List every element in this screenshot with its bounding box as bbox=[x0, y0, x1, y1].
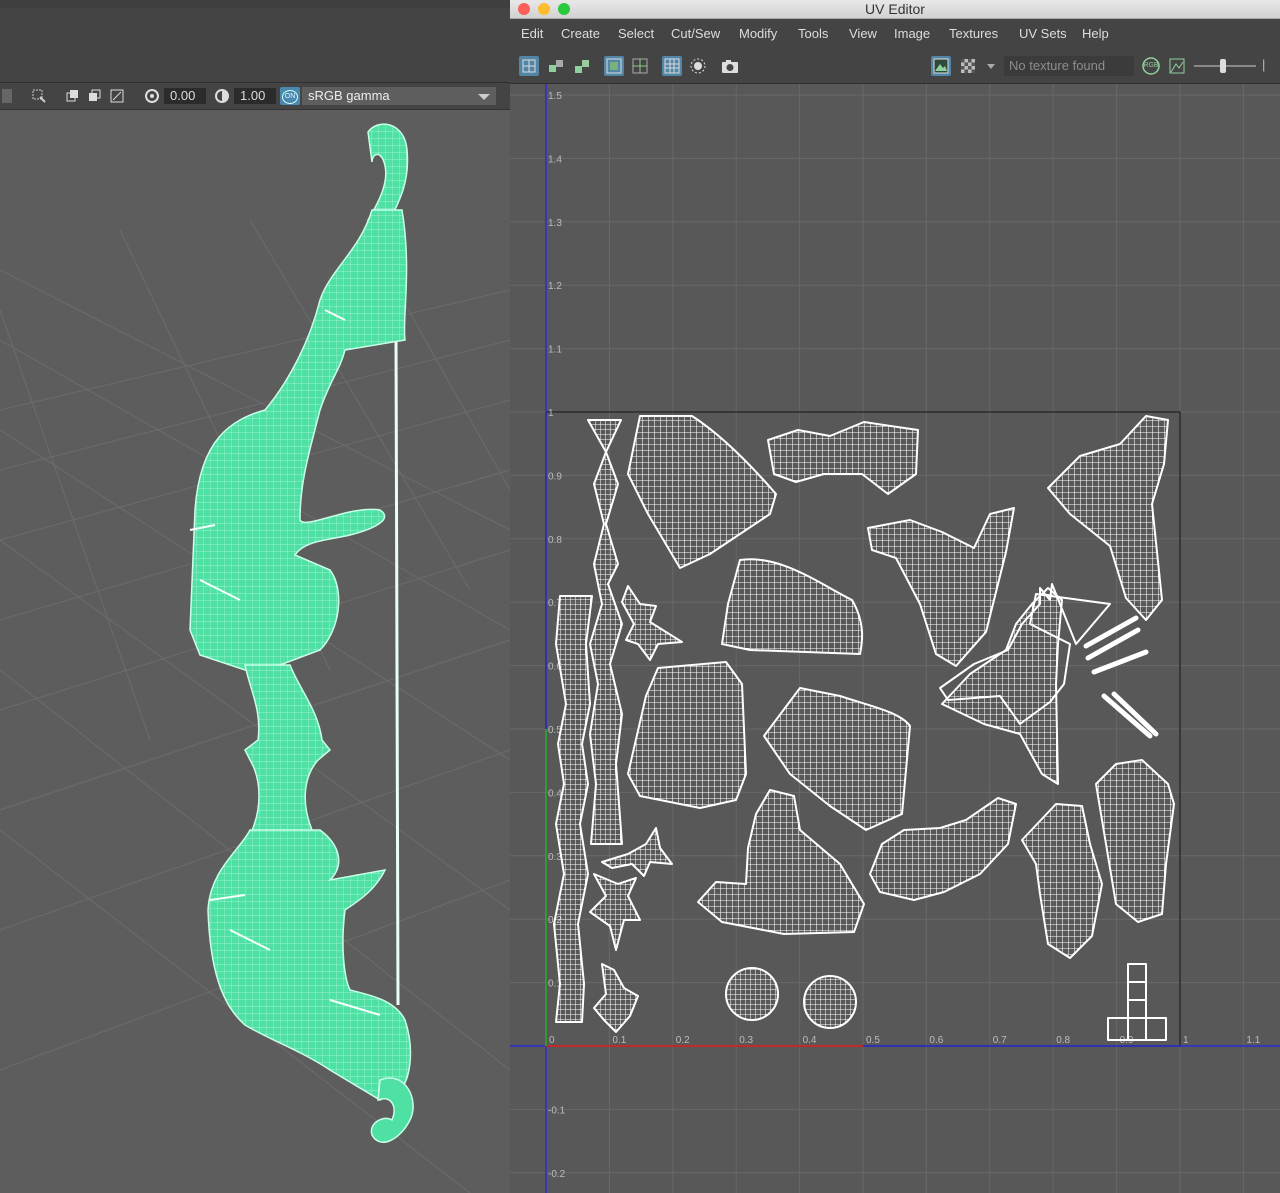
v-axis-label: -0.2 bbox=[548, 1169, 566, 1180]
uv-menubar: Edit Create Select Cut/Sew Modify Tools … bbox=[510, 19, 1280, 49]
menu-image[interactable]: Image bbox=[894, 26, 930, 42]
window-titlebar: UV Editor bbox=[510, 0, 1280, 19]
u-axis-label: 0.5 bbox=[866, 1035, 880, 1046]
menu-tools[interactable]: Tools bbox=[798, 26, 828, 42]
u-axis-label: 1 bbox=[1183, 1035, 1189, 1046]
menu-textures[interactable]: Textures bbox=[949, 26, 998, 42]
isolate-circle-icon bbox=[690, 58, 706, 74]
checkerboard-button[interactable] bbox=[958, 56, 978, 76]
toolbar-overflow-icon[interactable]: | bbox=[1262, 57, 1265, 72]
u-axis-label: 1.1 bbox=[1246, 1035, 1260, 1046]
checker-grid-icon bbox=[664, 58, 680, 74]
pixel-snap-icon bbox=[632, 58, 648, 74]
rgb-channels-button[interactable]: RGB bbox=[1141, 56, 1161, 76]
window-title: UV Editor bbox=[865, 1, 925, 17]
color-management-toggle[interactable]: ON bbox=[280, 87, 300, 105]
uv-distortion-icon bbox=[575, 60, 589, 73]
v-axis-label: 0.8 bbox=[548, 535, 562, 546]
u-axis-label: 0.1 bbox=[612, 1035, 626, 1046]
u-axis-label: 0.3 bbox=[739, 1035, 753, 1046]
image-icon bbox=[933, 58, 949, 74]
image-adjust-button[interactable] bbox=[1167, 56, 1187, 76]
ground-grid bbox=[0, 219, 510, 1193]
menu-view[interactable]: View bbox=[849, 26, 877, 42]
isolate-button[interactable] bbox=[688, 56, 708, 76]
color-management-badge: ON bbox=[282, 90, 298, 104]
v-axis-label: 1.1 bbox=[548, 345, 562, 356]
menu-help[interactable]: Help bbox=[1082, 26, 1109, 42]
u-axis-label: 0.8 bbox=[1056, 1035, 1070, 1046]
color-space-label: sRGB gamma bbox=[308, 88, 390, 103]
image-display-button[interactable] bbox=[931, 56, 951, 76]
menu-uv-sets[interactable]: UV Sets bbox=[1019, 26, 1067, 42]
checkerboard-icon bbox=[961, 59, 975, 73]
v-axis-label: 1.5 bbox=[548, 91, 562, 102]
v-axis-label: -0.1 bbox=[548, 1105, 566, 1116]
v-axis-label: 0.9 bbox=[548, 471, 562, 482]
exposure-field[interactable]: 0.00 bbox=[164, 88, 206, 104]
select-camera-icon[interactable] bbox=[32, 89, 46, 103]
exposure-slider[interactable] bbox=[1194, 59, 1256, 73]
u-axis-label: 0.7 bbox=[993, 1035, 1007, 1046]
checker-map-button[interactable] bbox=[662, 56, 682, 76]
viewport-toolbar: 0.00 1.00 ON sRGB gamma bbox=[0, 83, 510, 110]
bow-mesh[interactable] bbox=[189, 123, 414, 1143]
uv-editor-window: UV Editor Edit Create Select Cut/Sew Mod… bbox=[510, 0, 1280, 1193]
snapshot-button[interactable] bbox=[720, 56, 740, 76]
viewport-shelf bbox=[0, 8, 510, 83]
v-axis-label: 1.4 bbox=[548, 154, 562, 165]
uv-shell-button[interactable] bbox=[546, 56, 566, 76]
slider-handle[interactable] bbox=[1220, 59, 1226, 73]
uv-grid-icon bbox=[522, 59, 536, 73]
image-adjust-icon bbox=[1169, 58, 1185, 74]
pixel-snap-button[interactable] bbox=[630, 56, 650, 76]
menu-edit[interactable]: Edit bbox=[521, 26, 543, 42]
color-space-dropdown[interactable]: sRGB gamma bbox=[302, 87, 496, 105]
menu-cut-sew[interactable]: Cut/Sew bbox=[671, 26, 720, 42]
menu-select[interactable]: Select bbox=[618, 26, 654, 42]
u-axis-label: 0.4 bbox=[803, 1035, 817, 1046]
camera-icon bbox=[722, 60, 738, 73]
menu-modify[interactable]: Modify bbox=[739, 26, 777, 42]
v-axis-label: 1 bbox=[548, 408, 554, 419]
uv-canvas[interactable]: 0 0.1 0.2 0.3 0.4 0.5 0.6 0.7 0.8 0.9 1 1.1 1.5 1.4 1.… bbox=[510, 84, 1280, 1193]
uv-shell-icon bbox=[549, 60, 563, 72]
menu-create[interactable]: Create bbox=[561, 26, 600, 42]
xray-icon[interactable] bbox=[88, 89, 102, 103]
viewport-panel: 0.00 1.00 ON sRGB gamma bbox=[0, 0, 510, 1193]
v-axis-label: 1.2 bbox=[548, 281, 562, 292]
bow-string bbox=[394, 334, 400, 1006]
exposure-icon[interactable] bbox=[145, 89, 159, 103]
chevron-down-icon[interactable] bbox=[987, 64, 995, 69]
u-axis-label: 0.2 bbox=[676, 1035, 690, 1046]
uv-distortion-button[interactable] bbox=[572, 56, 592, 76]
panel-layout-icon[interactable] bbox=[2, 89, 12, 103]
display-grid-button[interactable] bbox=[604, 56, 624, 76]
v-axis-label: 1.3 bbox=[548, 218, 562, 229]
texture-status-field[interactable]: No texture found bbox=[1004, 56, 1134, 76]
uv-grid-button[interactable] bbox=[519, 56, 539, 76]
uv-canvas-background bbox=[510, 84, 1280, 1193]
u-axis-label: 0.6 bbox=[929, 1035, 943, 1046]
perspective-viewport[interactable] bbox=[0, 110, 510, 1193]
display-grid-icon bbox=[606, 58, 622, 74]
u-axis-label: 0 bbox=[549, 1035, 555, 1046]
gamma-icon[interactable] bbox=[215, 89, 229, 103]
rgb-badge: RGB bbox=[1143, 62, 1159, 69]
v-axis-label: 0.4 bbox=[548, 788, 562, 799]
gamma-field[interactable]: 1.00 bbox=[234, 88, 276, 104]
uv-toolbar: No texture found RGB | bbox=[510, 49, 1280, 84]
isolate-select-icon[interactable] bbox=[66, 89, 80, 103]
chevron-down-icon bbox=[478, 94, 490, 100]
wireframe-toggle-icon[interactable] bbox=[110, 89, 124, 103]
